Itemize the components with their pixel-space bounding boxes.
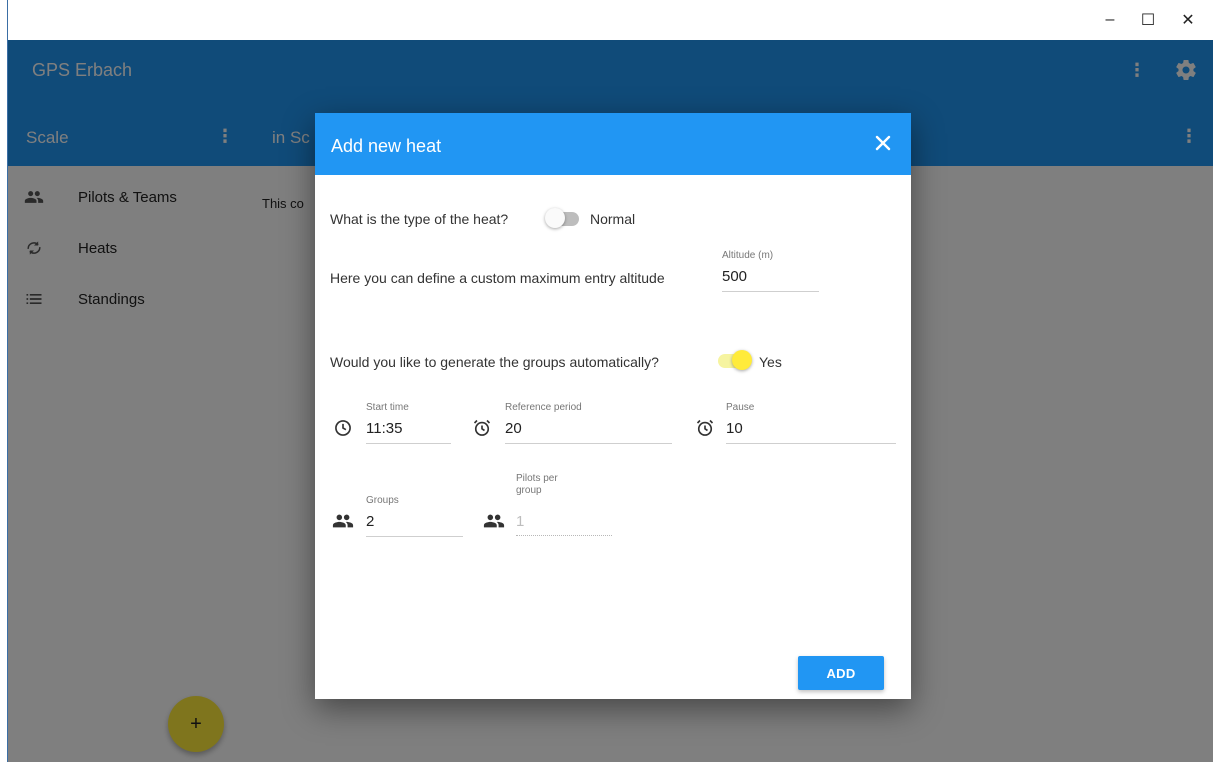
people-icon	[483, 510, 505, 532]
close-icon[interactable]	[871, 131, 895, 155]
minimize-button[interactable]: –	[1093, 0, 1127, 40]
reference-period-label: Reference period	[505, 402, 582, 413]
heat-type-question: What is the type of the heat?	[330, 211, 509, 227]
add-button[interactable]: ADD	[798, 656, 884, 690]
field-underline	[366, 443, 451, 444]
alarm-icon	[694, 417, 716, 439]
dialog-title: Add new heat	[331, 136, 442, 156]
start-time-input[interactable]: 11:35	[366, 420, 402, 437]
dialog-header: Add new heat	[315, 113, 911, 175]
generate-groups-toggle[interactable]	[716, 350, 752, 370]
alarm-icon	[471, 417, 493, 439]
toggle-thumb	[545, 208, 565, 228]
field-underline	[726, 443, 896, 444]
start-time-label: Start time	[366, 402, 409, 413]
people-icon	[332, 510, 354, 532]
pilots-per-group-label: Pilots per group	[516, 473, 558, 496]
field-underline	[722, 291, 819, 292]
pilots-per-group-input: 1	[516, 513, 525, 530]
clock-icon	[332, 417, 354, 439]
toggle-thumb	[732, 350, 752, 370]
altitude-description: Here you can define a custom maximum ent…	[330, 270, 665, 286]
window-titlebar: – ☐ ✕	[8, 0, 1213, 40]
window-left-border	[0, 0, 8, 762]
reference-period-field[interactable]: Reference period 20	[505, 402, 672, 444]
groups-field[interactable]: Groups 2	[366, 495, 463, 537]
pause-field[interactable]: Pause 10	[726, 402, 896, 444]
pause-input[interactable]: 10	[726, 420, 743, 437]
pilots-per-group-field: Pilots per group 1	[516, 473, 612, 537]
groups-input[interactable]: 2	[366, 513, 374, 530]
generate-groups-question: Would you like to generate the groups au…	[330, 354, 659, 370]
start-time-field[interactable]: Start time 11:35	[366, 402, 451, 444]
groups-label: Groups	[366, 495, 399, 506]
heat-type-value: Normal	[590, 211, 636, 227]
app-window: – ☐ ✕ GPS Erbach ⋮ Scale ⋮ in Sc ⋮ Pilot…	[0, 0, 1213, 762]
field-underline	[505, 443, 672, 444]
window-close-button[interactable]: ✕	[1171, 0, 1205, 40]
field-underline	[366, 536, 463, 537]
generate-groups-value: Yes	[759, 354, 782, 370]
add-heat-dialog: Add new heat What is the type of the hea…	[315, 113, 911, 699]
reference-period-input[interactable]: 20	[505, 420, 522, 437]
altitude-input[interactable]: 500	[722, 268, 747, 285]
heat-type-toggle[interactable]	[545, 208, 581, 228]
altitude-field[interactable]: Altitude (m) 500	[722, 250, 819, 292]
altitude-label: Altitude (m)	[722, 250, 774, 261]
pause-label: Pause	[726, 402, 755, 413]
maximize-button[interactable]: ☐	[1131, 0, 1165, 40]
field-underline	[516, 535, 612, 536]
